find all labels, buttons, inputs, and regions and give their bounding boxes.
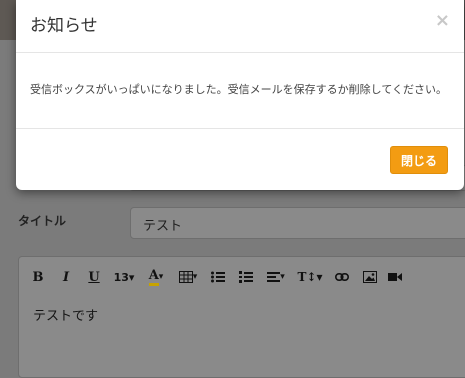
editor-toolbar: B I U 13▾ A ▾ ▾ ▾ T↕▾ xyxy=(19,257,465,297)
modal-title: お知らせ xyxy=(30,16,98,36)
chevron-down-icon: ▾ xyxy=(280,272,285,282)
title-input[interactable]: テスト xyxy=(130,207,465,239)
editor-content[interactable]: テストです xyxy=(33,305,98,324)
video-icon xyxy=(388,273,402,281)
modal-body: 受信ボックスがいっぱいになりました。受信メールを保存するか削除してください。 xyxy=(16,53,464,129)
underline-button[interactable]: U xyxy=(83,266,105,288)
modal-footer: 閉じる xyxy=(16,129,464,191)
align-left-icon xyxy=(267,272,281,282)
align-button[interactable]: ▾ xyxy=(263,266,289,288)
link-button[interactable] xyxy=(331,266,353,288)
chevron-down-icon: ▾ xyxy=(192,272,198,282)
image-button[interactable] xyxy=(359,266,381,288)
bold-button[interactable]: B xyxy=(27,266,49,288)
numbered-list-button[interactable] xyxy=(235,266,257,288)
font-color-button[interactable]: A ▾ xyxy=(143,266,169,288)
close-button[interactable]: 閉じる xyxy=(390,146,448,174)
rich-text-editor[interactable]: B I U 13▾ A ▾ ▾ ▾ T↕▾ テストです xyxy=(18,256,465,378)
font-size-dropdown[interactable]: 13▾ xyxy=(111,266,137,288)
bullet-list-button[interactable] xyxy=(207,266,229,288)
chevron-down-icon: ▾ xyxy=(158,272,164,282)
table-icon xyxy=(178,271,193,283)
link-icon xyxy=(335,272,349,282)
numbered-list-icon xyxy=(239,271,253,283)
bullet-list-icon xyxy=(211,271,225,283)
close-icon[interactable]: × xyxy=(435,10,450,31)
title-label: タイトル xyxy=(18,214,67,228)
modal-message: 受信ボックスがいっぱいになりました。受信メールを保存するか削除してください。 xyxy=(30,83,448,96)
font-color-icon: A xyxy=(148,268,159,286)
notice-modal: お知らせ × 受信ボックスがいっぱいになりました。受信メールを保存するか削除して… xyxy=(16,0,464,190)
table-button[interactable]: ▾ xyxy=(175,266,201,288)
italic-button[interactable]: I xyxy=(55,266,77,288)
modal-header: お知らせ × xyxy=(16,0,464,53)
video-button[interactable] xyxy=(387,266,403,288)
image-icon xyxy=(363,271,377,283)
text-style-dropdown[interactable]: T↕▾ xyxy=(295,266,325,288)
